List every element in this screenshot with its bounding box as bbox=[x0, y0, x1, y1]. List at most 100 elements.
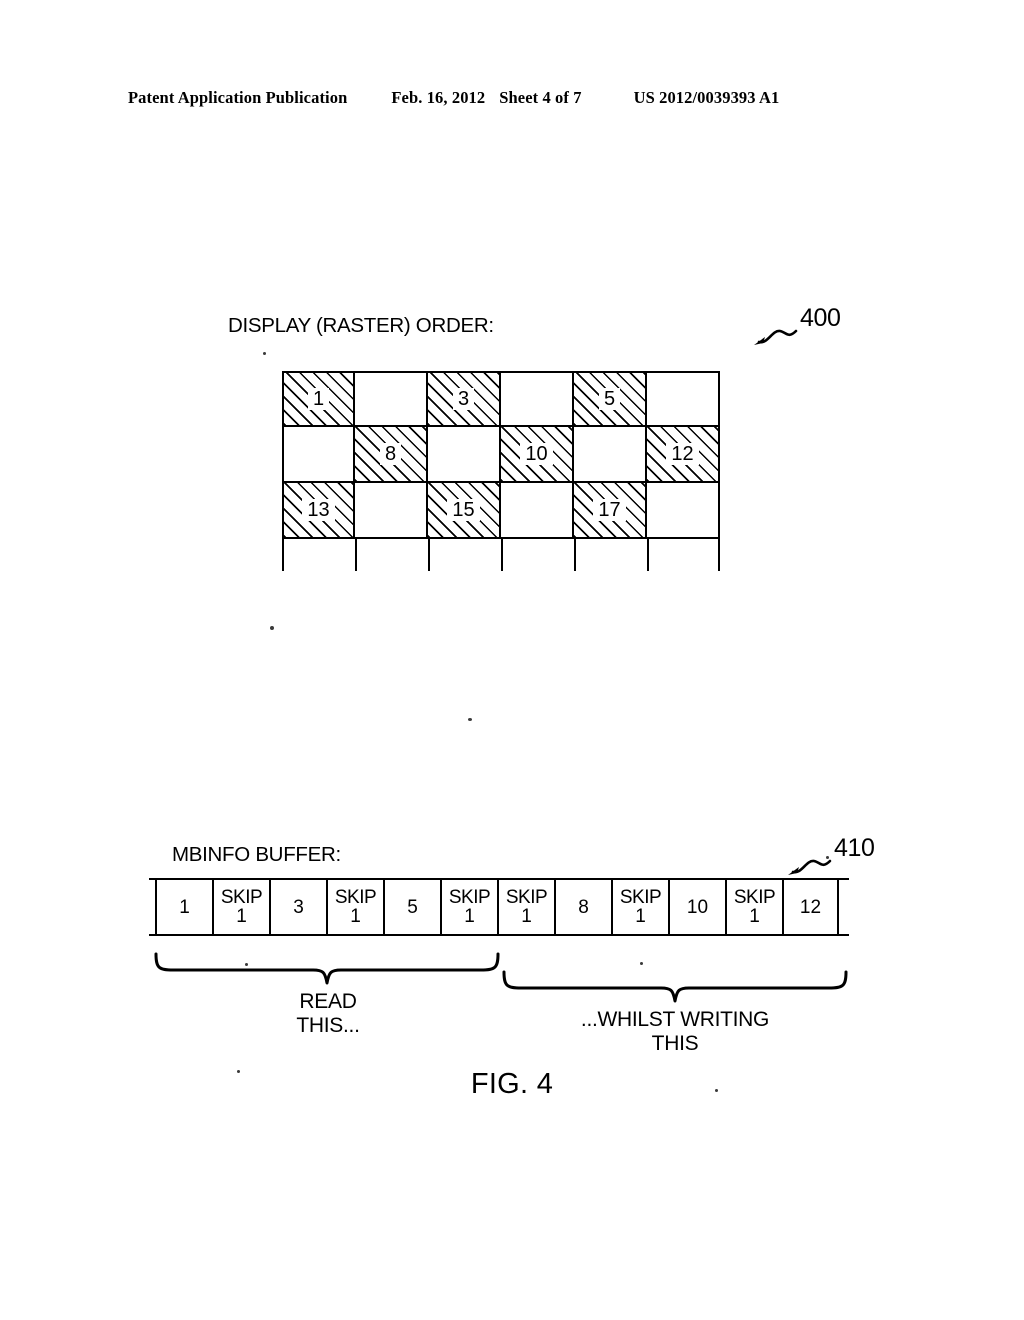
grid-cell: 5 bbox=[574, 371, 647, 427]
grid-cell-label bbox=[532, 509, 542, 511]
write-brace-group: ...WHILST WRITING THIS bbox=[501, 970, 849, 1055]
ref-numeral-410: 410 bbox=[834, 834, 875, 862]
write-brace-icon bbox=[502, 970, 848, 1003]
ref-numeral-400-group: 400 bbox=[752, 304, 872, 350]
write-brace-label: ...WHILST WRITING THIS bbox=[542, 1008, 808, 1055]
grid-cell bbox=[355, 371, 428, 427]
grid-cell-label bbox=[314, 453, 324, 455]
grid-partial-row bbox=[282, 539, 720, 571]
scan-speckle bbox=[826, 856, 829, 859]
grid-cell: 15 bbox=[428, 483, 501, 539]
grid-cell bbox=[647, 483, 720, 539]
grid-cell-label bbox=[678, 398, 688, 400]
grid-cell: 12 bbox=[647, 427, 720, 483]
read-brace-label: READ THIS... bbox=[267, 990, 389, 1037]
buffer-cell-value: 1 bbox=[236, 906, 247, 927]
buffer-cell-value: 10 bbox=[682, 896, 713, 918]
grid-tick bbox=[501, 539, 503, 571]
buffer-cell-skip-word: SKIP bbox=[733, 887, 776, 908]
grid-tick bbox=[355, 539, 357, 571]
scan-speckle bbox=[237, 1070, 240, 1073]
buffer-cell-value: 1 bbox=[521, 906, 532, 927]
buffer-cell-value: 1 bbox=[749, 906, 760, 927]
scan-speckle bbox=[245, 963, 248, 966]
buffer-cell: 1 bbox=[155, 878, 212, 936]
grid-tick bbox=[647, 539, 649, 571]
buffer-cell-value: 1 bbox=[635, 906, 646, 927]
grid-cell-label: 13 bbox=[302, 499, 335, 521]
buffer-cell: SKIP 1 bbox=[326, 878, 383, 936]
scan-speckle bbox=[640, 962, 643, 965]
buffer-cell-value: 5 bbox=[403, 896, 422, 918]
buffer-cell: SKIP 1 bbox=[212, 878, 269, 936]
grid-cell-label bbox=[386, 509, 396, 511]
grid-cell-label: 5 bbox=[598, 388, 621, 410]
grid-cell-label: 12 bbox=[666, 443, 699, 465]
write-label-line1: ...WHILST WRITING bbox=[580, 1008, 770, 1031]
grid-row: 1 3 5 bbox=[282, 371, 720, 427]
buffer-cell: 3 bbox=[269, 878, 326, 936]
buffer-cell-value: 1 bbox=[175, 896, 194, 918]
buffer-cell-track: 1 SKIP 1 3 SKIP 1 5 SKIP 1 SKIP 1 8 SKIP bbox=[155, 878, 839, 936]
grid-row: 8 10 12 bbox=[282, 427, 720, 483]
header-sheet: Sheet 4 of 7 bbox=[499, 88, 582, 107]
grid-cell: 10 bbox=[501, 427, 574, 483]
scan-speckle bbox=[263, 352, 266, 355]
grid-tick bbox=[428, 539, 430, 571]
scan-speckle bbox=[715, 1089, 718, 1092]
grid-cell-label: 3 bbox=[452, 388, 475, 410]
raster-order-label: DISPLAY (RASTER) ORDER: bbox=[228, 314, 494, 337]
buffer-cell-value: 12 bbox=[795, 896, 826, 918]
grid-tick bbox=[282, 539, 284, 571]
ref-numeral-400: 400 bbox=[800, 304, 841, 332]
ref-numeral-410-group: 410 bbox=[786, 834, 906, 880]
grid-tick bbox=[574, 539, 576, 571]
grid-cell-label: 1 bbox=[307, 388, 330, 410]
grid-row: 13 15 17 bbox=[282, 483, 720, 539]
buffer-cell: SKIP 1 bbox=[725, 878, 782, 936]
buffer-cell: SKIP 1 bbox=[440, 878, 497, 936]
leader-line-icon bbox=[788, 859, 832, 875]
grid-cell-label: 10 bbox=[520, 443, 553, 465]
buffer-cell-skip-word: SKIP bbox=[220, 887, 263, 908]
header-publication: Patent Application Publication bbox=[128, 88, 348, 107]
patent-header: Patent Application Publication Feb. 16, … bbox=[128, 88, 896, 114]
mbinfo-buffer-label: MBINFO BUFFER: bbox=[172, 843, 341, 866]
buffer-cell-skip-word: SKIP bbox=[334, 887, 377, 908]
header-document-number: US 2012/0039393 A1 bbox=[633, 88, 780, 107]
write-label-line2: THIS bbox=[651, 1031, 699, 1055]
grid-cell bbox=[574, 427, 647, 483]
grid-cell: 3 bbox=[428, 371, 501, 427]
grid-cell-label bbox=[605, 453, 615, 455]
grid-cell bbox=[647, 371, 720, 427]
grid-cell-label bbox=[459, 453, 469, 455]
grid-cell bbox=[501, 483, 574, 539]
grid-cell-label: 17 bbox=[593, 499, 626, 521]
grid-tick bbox=[718, 539, 720, 571]
scan-speckle bbox=[468, 718, 472, 721]
buffer-cell-skip-word: SKIP bbox=[505, 887, 548, 908]
figure-caption: FIG. 4 bbox=[470, 1068, 554, 1100]
grid-cell bbox=[282, 427, 355, 483]
grid-cell bbox=[428, 427, 501, 483]
grid-cell-label bbox=[678, 509, 688, 511]
grid-cell-label bbox=[532, 398, 542, 400]
read-label-line2: THIS... bbox=[296, 1013, 360, 1037]
buffer-cell: SKIP 1 bbox=[497, 878, 554, 936]
buffer-cell-value: 1 bbox=[464, 906, 475, 927]
raster-order-grid: 1 3 5 8 10 12 13 15 17 bbox=[282, 371, 720, 539]
grid-cell-label bbox=[386, 398, 396, 400]
buffer-cell-value: 8 bbox=[574, 896, 593, 918]
buffer-cell-value: 3 bbox=[289, 896, 308, 918]
buffer-cell: 8 bbox=[554, 878, 611, 936]
buffer-cell-value: 1 bbox=[350, 906, 361, 927]
buffer-cell: 12 bbox=[782, 878, 839, 936]
grid-cell: 1 bbox=[282, 371, 355, 427]
buffer-cell: 10 bbox=[668, 878, 725, 936]
buffer-cell: SKIP 1 bbox=[611, 878, 668, 936]
grid-cell bbox=[355, 483, 428, 539]
buffer-cell: 5 bbox=[383, 878, 440, 936]
buffer-cell-skip-word: SKIP bbox=[448, 887, 491, 908]
grid-cell bbox=[501, 371, 574, 427]
scan-speckle bbox=[270, 626, 274, 630]
